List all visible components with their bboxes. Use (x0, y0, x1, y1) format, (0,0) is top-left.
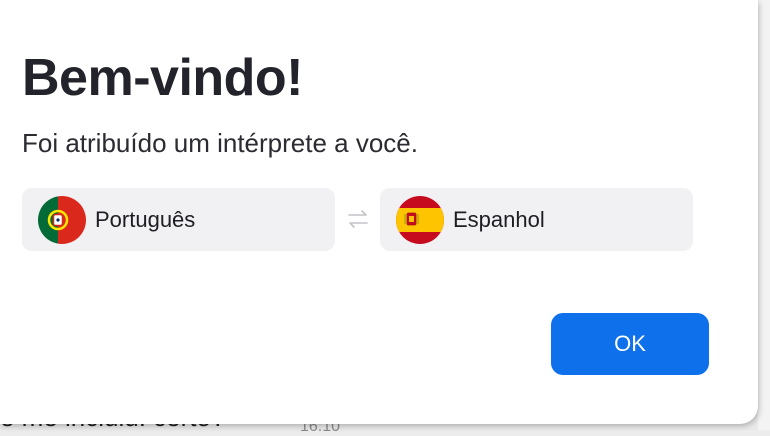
portugal-flag-icon (38, 195, 86, 244)
background-panel-edge (758, 0, 770, 430)
interpreter-welcome-dialog: Bem-vindo! Foi atribuído um intérprete a… (0, 0, 758, 424)
target-language-label: Espanhol (453, 206, 545, 232)
swap-arrows-icon (345, 206, 371, 232)
source-language-label: Português (95, 206, 196, 232)
dialog-subtitle: Foi atribuído um intérprete a você. (22, 128, 418, 158)
source-language-box: Português (22, 188, 335, 251)
dialog-title: Bem-vindo! (22, 49, 304, 107)
spain-flag-icon (396, 195, 444, 244)
target-language-box: Espanhol (380, 188, 693, 251)
ok-button[interactable]: OK (551, 313, 709, 375)
